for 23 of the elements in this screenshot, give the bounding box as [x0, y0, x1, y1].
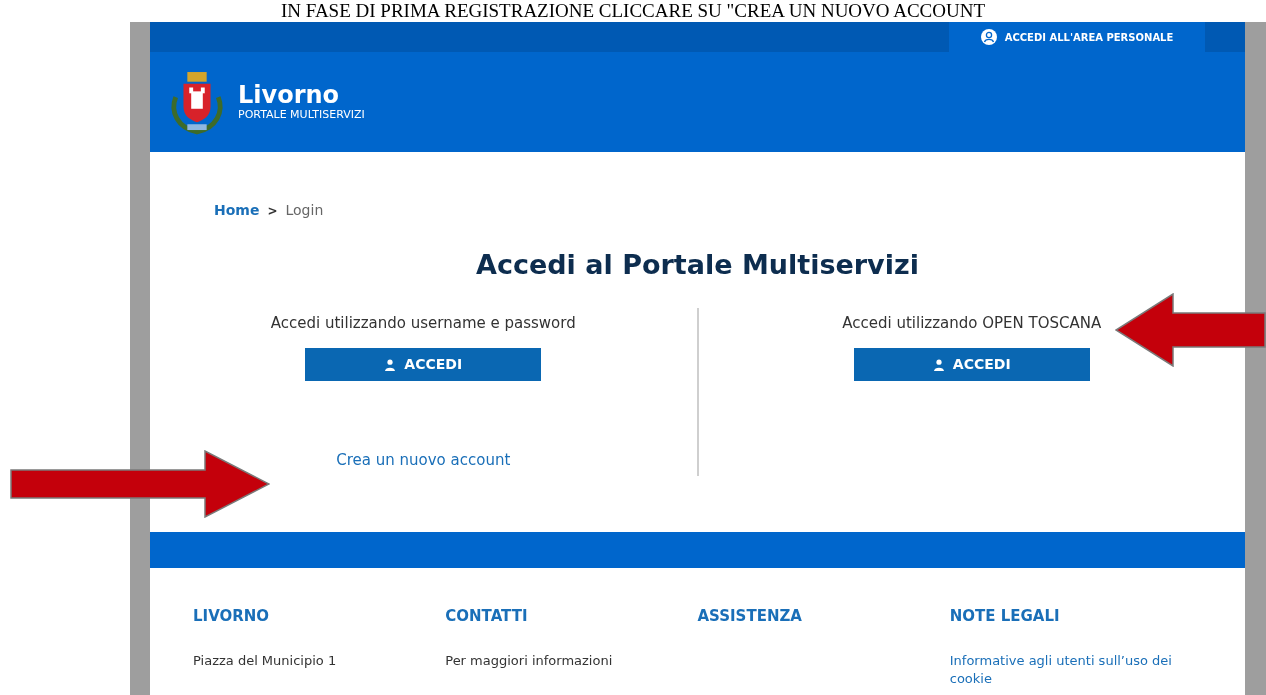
footer-heading: CONTATTI	[445, 606, 529, 626]
login-button[interactable]: ACCEDI	[853, 348, 1090, 381]
footer-heading: NOTE LEGALI	[949, 606, 1061, 626]
breadcrumb-current: Login	[285, 201, 324, 220]
user-icon	[384, 358, 397, 371]
create-account-link[interactable]: Crea un nuovo account	[336, 449, 511, 472]
site-title: Livorno	[238, 82, 341, 108]
user-circle-icon	[980, 29, 997, 45]
page-heading: Accedi al Portale Multiservizi	[475, 248, 920, 282]
login-button[interactable]: ACCEDI	[305, 348, 542, 381]
user-icon	[932, 358, 945, 371]
footer-text: Per maggiori informazioni	[445, 652, 614, 670]
personal-area-button[interactable]: ACCEDI ALL'AREA PERSONALE	[949, 22, 1205, 52]
breadcrumb-separator: >	[267, 202, 278, 219]
login-option-label: Accedi utilizzando username e password	[270, 312, 576, 334]
footer-heading: ASSISTENZA	[697, 606, 803, 626]
site-subtitle: PORTALE MULTISERVIZI	[238, 108, 365, 122]
footer-text: Piazza del Municipio 1	[193, 652, 338, 670]
footer-heading: LIVORNO	[193, 606, 271, 626]
footer-link[interactable]: Informative agli utenti sull’uso dei cookie	[949, 652, 1186, 688]
login-option-label: Accedi utilizzando OPEN TOSCANA	[842, 312, 1102, 334]
breadcrumb-link[interactable]: Home	[214, 200, 260, 221]
caption-text: IN FASE DI PRIMA REGISTRAZIONE CLICCARE SU "CREA UN NUOVO ACCOUNT	[280, 0, 986, 22]
